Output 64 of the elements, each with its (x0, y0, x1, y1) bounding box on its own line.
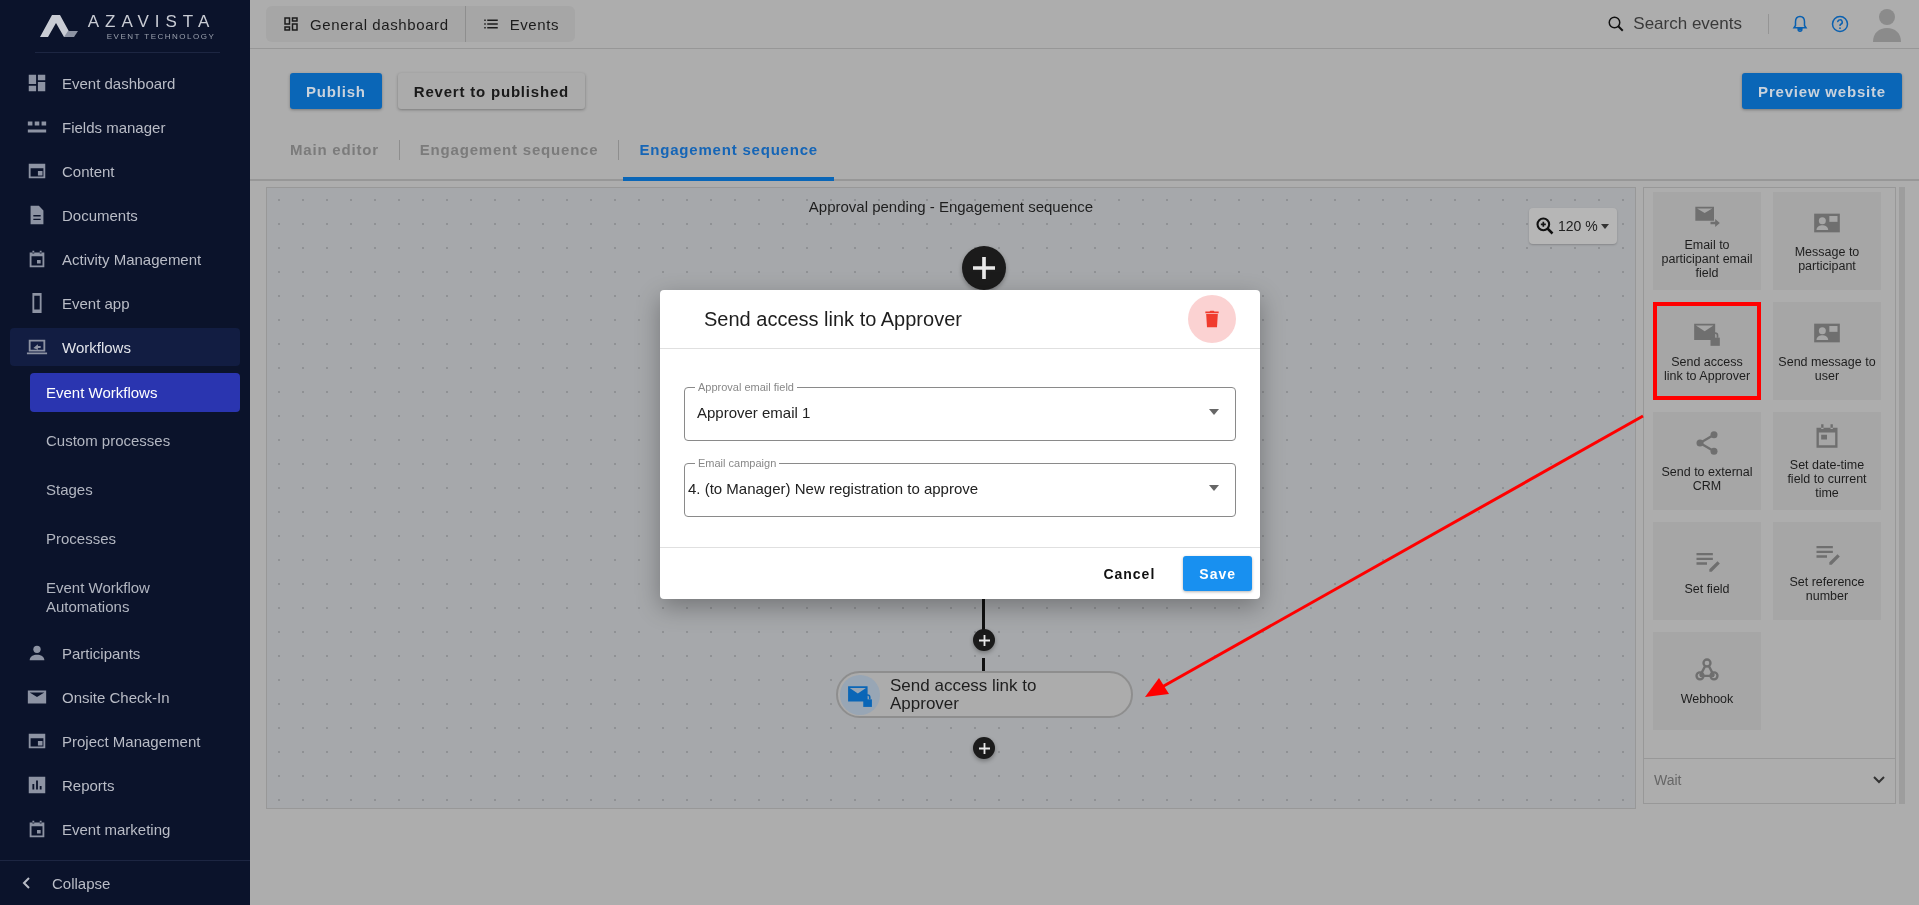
action-tile[interactable]: Send message to user (1773, 302, 1881, 400)
zoom-in-icon (1535, 216, 1555, 236)
help-icon[interactable] (1831, 15, 1849, 33)
dialog-title: Send access link to Approver (704, 307, 962, 331)
action-tile[interactable]: Send to external CRM (1653, 412, 1761, 510)
nav-button[interactable]: General dashboard (266, 6, 465, 42)
zoom-dropdown[interactable]: 120 % (1529, 208, 1617, 244)
sidebar-item[interactable]: Activity Management (10, 237, 240, 281)
add-step-button[interactable] (962, 246, 1006, 290)
sidebar-subitem[interactable]: Custom processes (30, 416, 240, 465)
action-tile[interactable]: Set date-time field to current time (1773, 412, 1881, 510)
field-label: Approval email field (697, 381, 795, 393)
add-step-button[interactable] (973, 737, 995, 759)
sidebar-subitem[interactable]: Stages (30, 465, 240, 514)
search-button[interactable]: Search events (1607, 14, 1742, 34)
notification-bell-icon[interactable] (1791, 15, 1809, 33)
dashboard-icon (26, 72, 48, 94)
sidebar-item[interactable]: Fields manager (10, 105, 240, 149)
caret-icon (1600, 223, 1609, 229)
sidebar-item[interactable]: Participants (10, 631, 240, 675)
sidebar-item[interactable]: Project Management (10, 719, 240, 763)
sidebar-subitem[interactable]: Event Workflow Automations (30, 563, 240, 631)
action-tile[interactable]: Set field (1653, 522, 1761, 620)
dropdown-caret-icon (1209, 409, 1219, 415)
sidebar-item[interactable]: Event marketing (10, 807, 240, 851)
select-field[interactable]: Email campaign 4. (to Manager) New registration to approve (684, 457, 1236, 517)
sidebar-subitem[interactable]: Event Workflows (30, 373, 240, 412)
sidebar-subitem[interactable]: Processes (30, 514, 240, 563)
sidebar-item[interactable]: Documents (10, 193, 240, 237)
action-tile[interactable]: Webhook (1653, 632, 1761, 730)
search-icon (1607, 15, 1626, 33)
plus-icon (978, 742, 990, 754)
logo-tagline: EVENT TECHNOLOGY (106, 31, 216, 41)
sidebar-item[interactable]: Event dashboard (10, 61, 240, 105)
sidebar-item[interactable]: Reports (10, 763, 240, 807)
sidebar-item[interactable]: Workflows (10, 328, 240, 366)
collapse-button[interactable]: Collapse (0, 860, 250, 905)
action-tile[interactable]: Set reference number (1773, 522, 1881, 620)
trash-icon (1202, 309, 1222, 329)
canvas-title: Approval pending - Engagement sequence (808, 198, 1094, 215)
sidebar-item[interactable]: Onsite Check-In (10, 675, 240, 719)
preview-website-button[interactable]: Preview website (1742, 73, 1902, 109)
sidebar-item[interactable]: Content (10, 149, 240, 193)
toolbar-button[interactable]: Publish (290, 73, 382, 109)
workflow-step-node[interactable]: Send access link to Approver (836, 671, 1133, 718)
add-step-button[interactable] (973, 629, 995, 651)
dashboard-icon (282, 15, 300, 33)
plus-icon (973, 257, 995, 279)
delete-button[interactable] (1188, 295, 1236, 343)
dialog-button[interactable]: Cancel (1087, 556, 1172, 591)
select-field[interactable]: Approval email field Approver email 1 (684, 381, 1236, 441)
plus-icon (978, 634, 990, 646)
chevron-icon (1873, 776, 1885, 784)
action-tile[interactable]: Message to participant (1773, 192, 1881, 290)
dropdown-caret-icon (1209, 485, 1219, 491)
sidebar-item[interactable]: Event app (10, 281, 240, 325)
action-tile[interactable]: Send access link to Approver (1653, 302, 1761, 400)
toolbar-button[interactable]: Revert to published (397, 73, 585, 109)
logo-icon (39, 15, 78, 37)
bar-chart-icon (26, 774, 48, 796)
field-label: Email campaign (697, 457, 778, 469)
logo-wordmark: AZAVISTA (87, 11, 216, 32)
nav-button[interactable]: Events (464, 6, 576, 42)
action-tile[interactable]: Email to participant email field (1653, 192, 1761, 290)
